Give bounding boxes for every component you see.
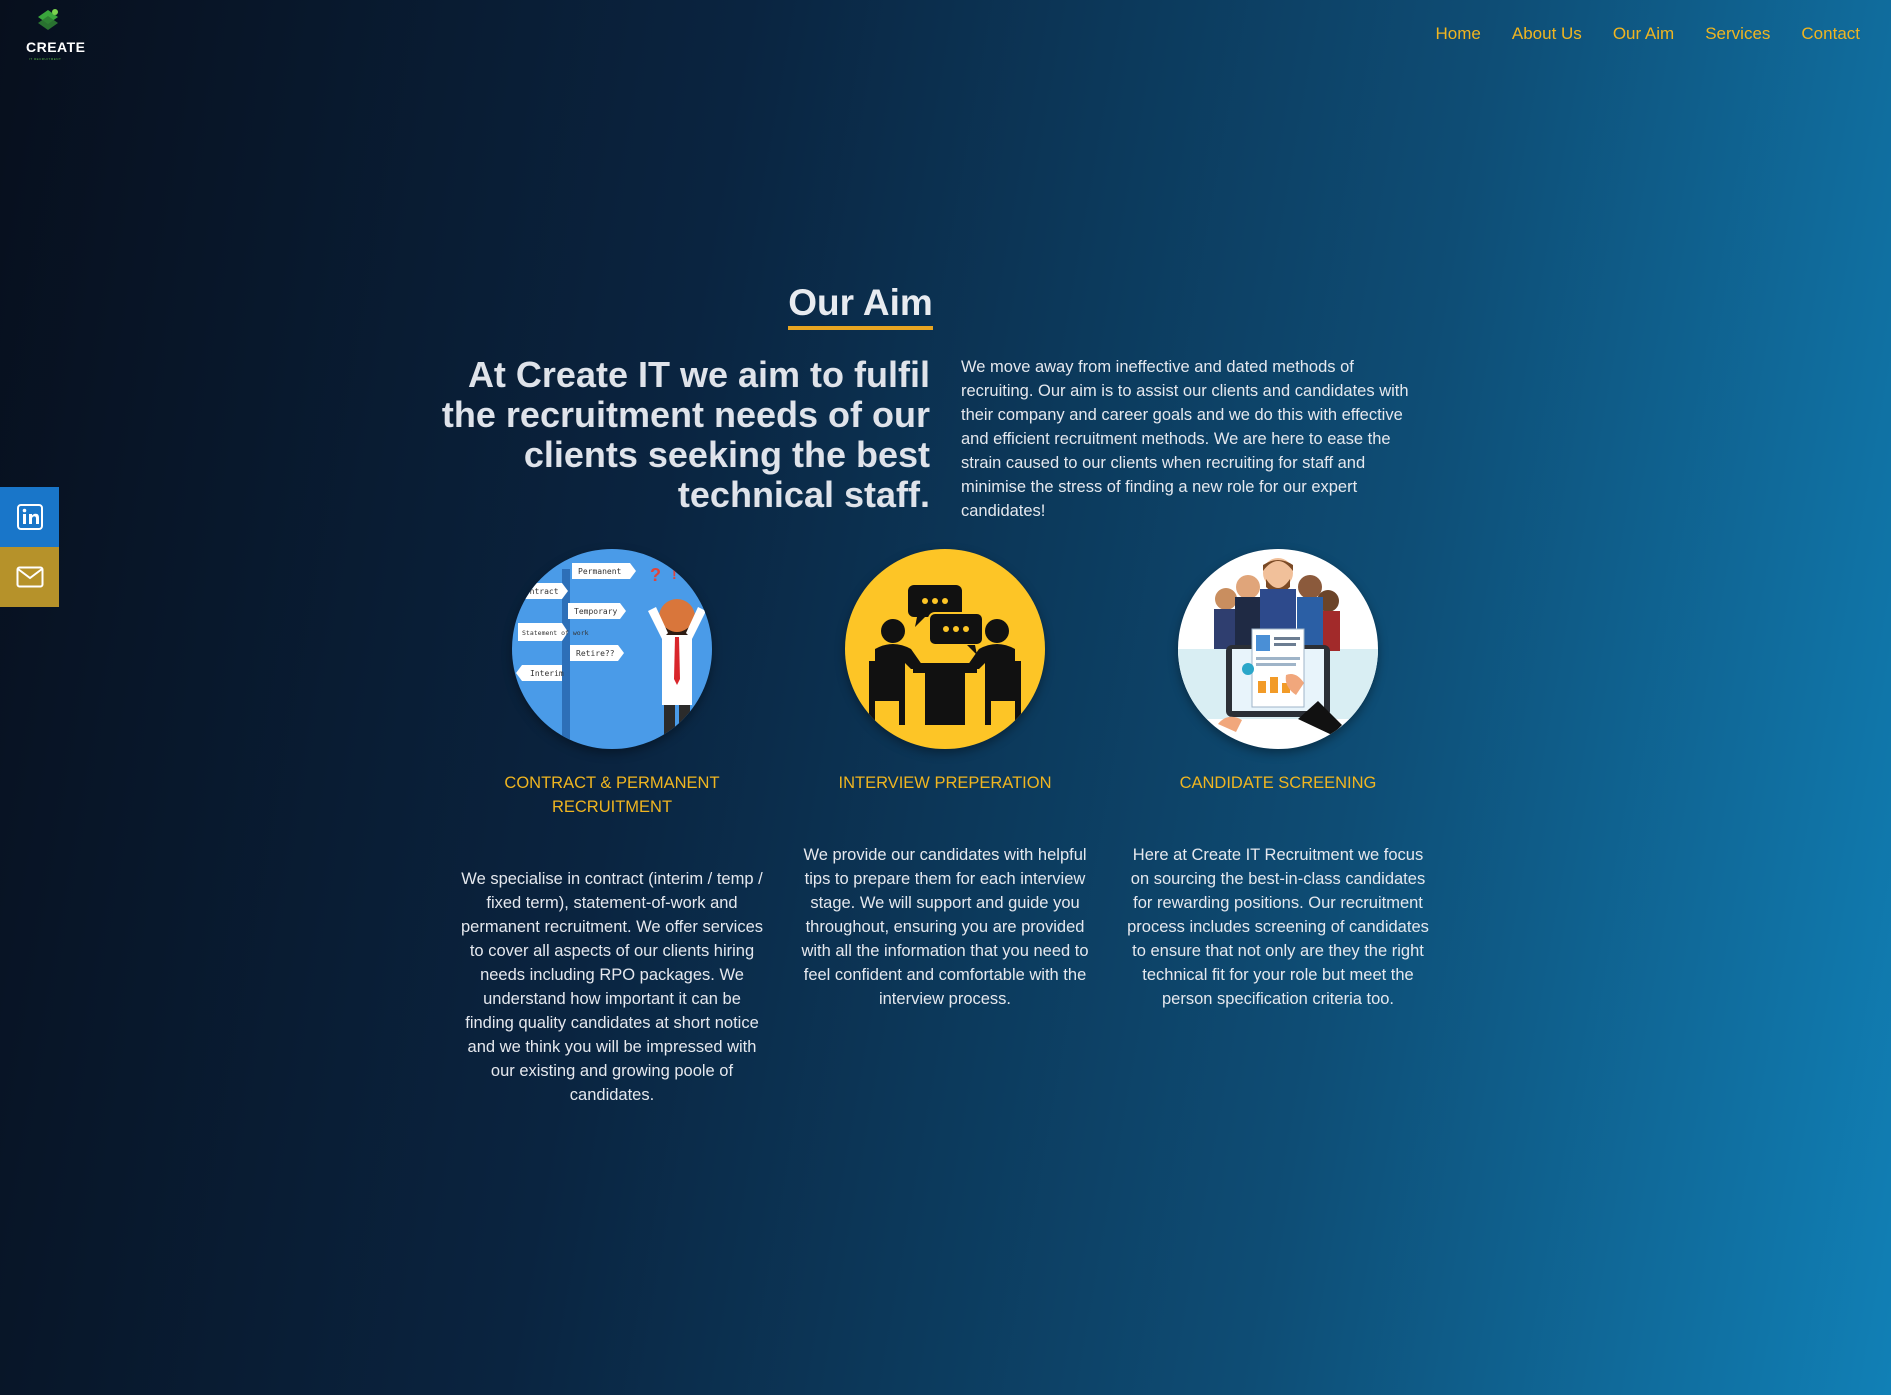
feature-candidate-screening: CANDIDATE SCREENING Here at Create IT Re… xyxy=(1123,549,1433,1011)
main-nav: Home About Us Our Aim Services Contact xyxy=(1436,24,1860,44)
feature-heading: CONTRACT & PERMANENT RECRUITMENT xyxy=(504,774,720,816)
sign-interim: Interim xyxy=(530,669,564,678)
section-title-wrap: Our Aim xyxy=(0,282,1721,330)
logo-subtitle: IT RECRUITMENT xyxy=(29,57,62,61)
nav-our-aim[interactable]: Our Aim xyxy=(1613,24,1674,44)
signpost-icon: Permanent Contract Temporary Statement o… xyxy=(512,549,712,749)
intro-paragraph: We move away from ineffective and dated … xyxy=(961,358,1409,520)
linkedin-button[interactable] xyxy=(0,487,59,547)
sign-permanent: Permanent xyxy=(578,567,622,576)
svg-text:!: ! xyxy=(672,566,677,582)
create-logo-icon xyxy=(38,9,58,30)
feature-text: We provide our candidates with helpful t… xyxy=(801,846,1089,1008)
feature-heading: CANDIDATE SCREENING xyxy=(1179,774,1377,792)
crossroads-illustration: Permanent Contract Temporary Statement o… xyxy=(512,549,712,749)
interview-illustration xyxy=(845,549,1045,749)
feature-text: Here at Create IT Recruitment we focus o… xyxy=(1127,846,1429,1008)
sign-statement-of-work: Statement of work xyxy=(522,629,589,637)
mail-icon xyxy=(16,566,43,588)
sign-retire: Retire?? xyxy=(576,649,615,658)
nav-services[interactable]: Services xyxy=(1705,24,1770,44)
feature-text: We specialise in contract (interim / tem… xyxy=(460,870,763,1104)
mail-button[interactable] xyxy=(0,547,59,607)
feature-interview-preparation: INTERVIEW PREPERATION We provide our can… xyxy=(790,549,1100,1011)
screening-illustration xyxy=(1178,549,1378,749)
nav-contact[interactable]: Contact xyxy=(1801,24,1860,44)
site-logo[interactable]: CREATE IT RECRUITMENT xyxy=(20,8,85,64)
section-title: Our Aim xyxy=(788,282,933,330)
logo-wordmark: CREATE xyxy=(26,39,86,55)
nav-home[interactable]: Home xyxy=(1436,24,1481,44)
lead-statement: At Create IT we aim to fulfil the recrui… xyxy=(441,354,930,515)
feature-heading: INTERVIEW PREPERATION xyxy=(838,774,1052,792)
social-sidebar xyxy=(0,487,59,607)
linkedin-icon xyxy=(16,504,43,530)
candidate-screening-icon xyxy=(1178,549,1378,749)
sign-contract: Contract xyxy=(520,587,559,596)
sign-temporary: Temporary xyxy=(574,607,618,616)
feature-contract-permanent: Permanent Contract Temporary Statement o… xyxy=(457,549,767,1107)
meeting-icon xyxy=(845,549,1045,749)
nav-about-us[interactable]: About Us xyxy=(1512,24,1582,44)
svg-text:?: ? xyxy=(650,565,661,585)
